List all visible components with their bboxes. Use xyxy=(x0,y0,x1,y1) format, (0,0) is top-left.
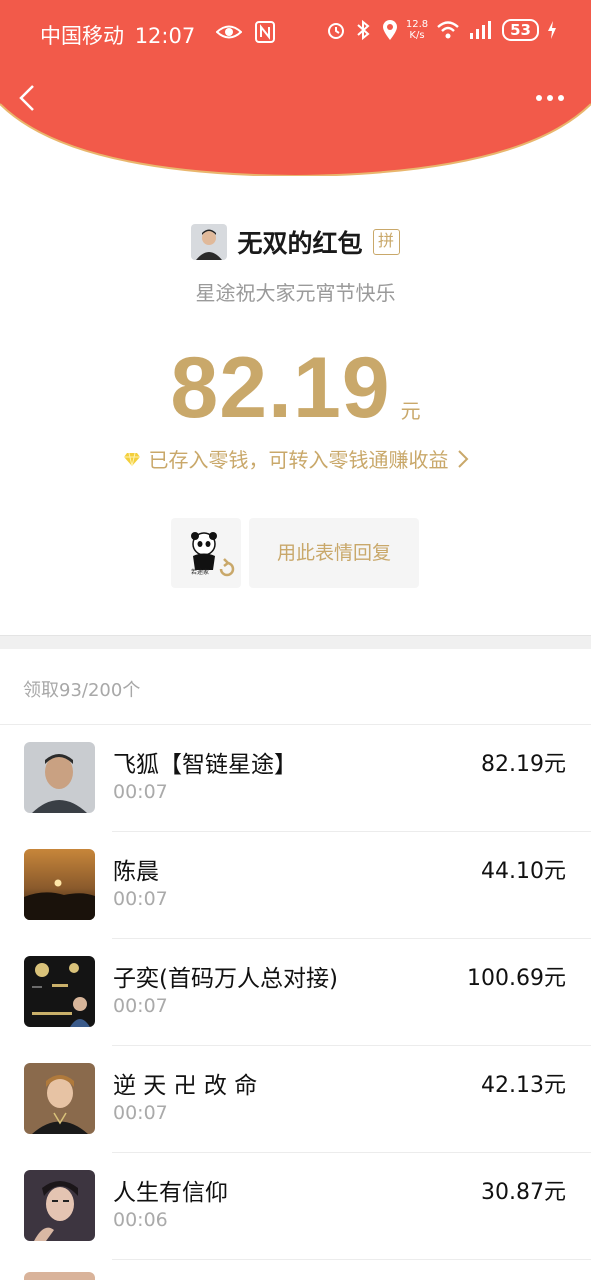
chevron-left-icon[interactable] xyxy=(16,84,40,112)
status-right: 12.8 K/s 53 xyxy=(326,19,557,41)
claim-count: 领取93/200个 xyxy=(23,680,141,701)
list-item[interactable]: 飞狐【智链星途】 00:07 82.19元 xyxy=(0,725,591,832)
reply-sticker[interactable]: 若途家 xyxy=(171,518,241,588)
reply-with-sticker-button[interactable]: 用此表情回复 xyxy=(249,518,419,588)
wifi-icon xyxy=(437,21,459,39)
sender-info: 无双的红包 拼 xyxy=(0,224,591,260)
carrier-label: 中国移动 xyxy=(40,24,124,48)
nfc-icon xyxy=(255,21,275,43)
avatar[interactable] xyxy=(24,1170,95,1241)
more-dots-icon[interactable] xyxy=(535,92,565,104)
claim-time: 00:07 xyxy=(113,888,168,910)
network-speed: 12.8 K/s xyxy=(406,19,428,41)
eye-icon xyxy=(216,25,242,39)
battery-level: 53 xyxy=(502,19,539,41)
status-mid-icons xyxy=(216,20,276,44)
recipient-name: 飞狐【智链星途】 xyxy=(113,752,297,778)
list-item[interactable]: 陈晨 00:07 44.10元 xyxy=(0,832,591,939)
received-amount: 82.19 xyxy=(170,340,391,436)
recipient-name: 子奕(首码万人总对接) xyxy=(113,966,338,992)
network-speed-unit: K/s xyxy=(409,30,425,41)
avatar[interactable] xyxy=(24,1272,95,1280)
saved-to-wallet-link[interactable]: 已存入零钱，可转入零钱通赚收益 xyxy=(0,444,591,473)
location-icon xyxy=(382,20,397,40)
avatar[interactable] xyxy=(24,742,95,813)
recipient-name: 人生有信仰 xyxy=(113,1180,228,1206)
avatar[interactable] xyxy=(24,956,95,1027)
claim-amount: 42.13元 xyxy=(481,1073,566,1098)
list-item[interactable]: 子奕(首码万人总对接) 00:07 100.69元 xyxy=(0,939,591,1046)
saved-text: 已存入零钱，可转入零钱通赚收益 xyxy=(148,448,449,472)
recipient-list: 飞狐【智链星途】 00:07 82.19元 陈晨 00:07 44.10元 子奕… xyxy=(0,725,591,1260)
clock: 12:07 xyxy=(134,24,196,48)
list-item[interactable]: 逆 天 卍 改 命 00:07 42.13元 xyxy=(0,1046,591,1153)
avatar[interactable] xyxy=(24,849,95,920)
amount-display: 82.19 元 xyxy=(0,338,591,438)
avatar[interactable] xyxy=(24,1063,95,1134)
network-speed-value: 12.8 xyxy=(405,19,429,30)
status-left: 中国移动 12:07 xyxy=(40,20,199,50)
claim-amount: 82.19元 xyxy=(481,752,566,777)
claim-time: 00:07 xyxy=(113,781,168,803)
claim-time: 00:06 xyxy=(113,1209,168,1231)
alarm-icon xyxy=(327,23,344,39)
recipient-name: 陈晨 xyxy=(113,859,159,885)
section-divider xyxy=(0,635,591,649)
amount-unit: 元 xyxy=(400,399,421,423)
sender-name: 无双的红包 xyxy=(237,229,363,258)
charging-icon xyxy=(548,21,556,39)
claim-amount: 44.10元 xyxy=(481,859,566,884)
greeting-message: 星途祝大家元宵节快乐 xyxy=(195,281,396,305)
diamond-icon xyxy=(123,452,140,466)
signal-icon xyxy=(470,21,492,39)
chevron-right-icon xyxy=(457,449,468,468)
sender-avatar[interactable] xyxy=(191,224,228,260)
recipient-name: 逆 天 卍 改 命 xyxy=(113,1073,258,1099)
claim-amount: 30.87元 xyxy=(481,1180,566,1205)
bluetooth-icon xyxy=(357,19,370,41)
claim-time: 00:07 xyxy=(113,995,168,1017)
sticker-text: 若途家 xyxy=(191,568,209,576)
claim-amount: 100.69元 xyxy=(467,966,566,991)
list-item[interactable]: 人生有信仰 00:06 30.87元 xyxy=(0,1153,591,1260)
group-badge: 拼 xyxy=(372,229,400,255)
claim-time: 00:07 xyxy=(113,1102,168,1124)
status-bar: 中国移动 12:07 12.8 K/s 53 xyxy=(0,0,591,66)
